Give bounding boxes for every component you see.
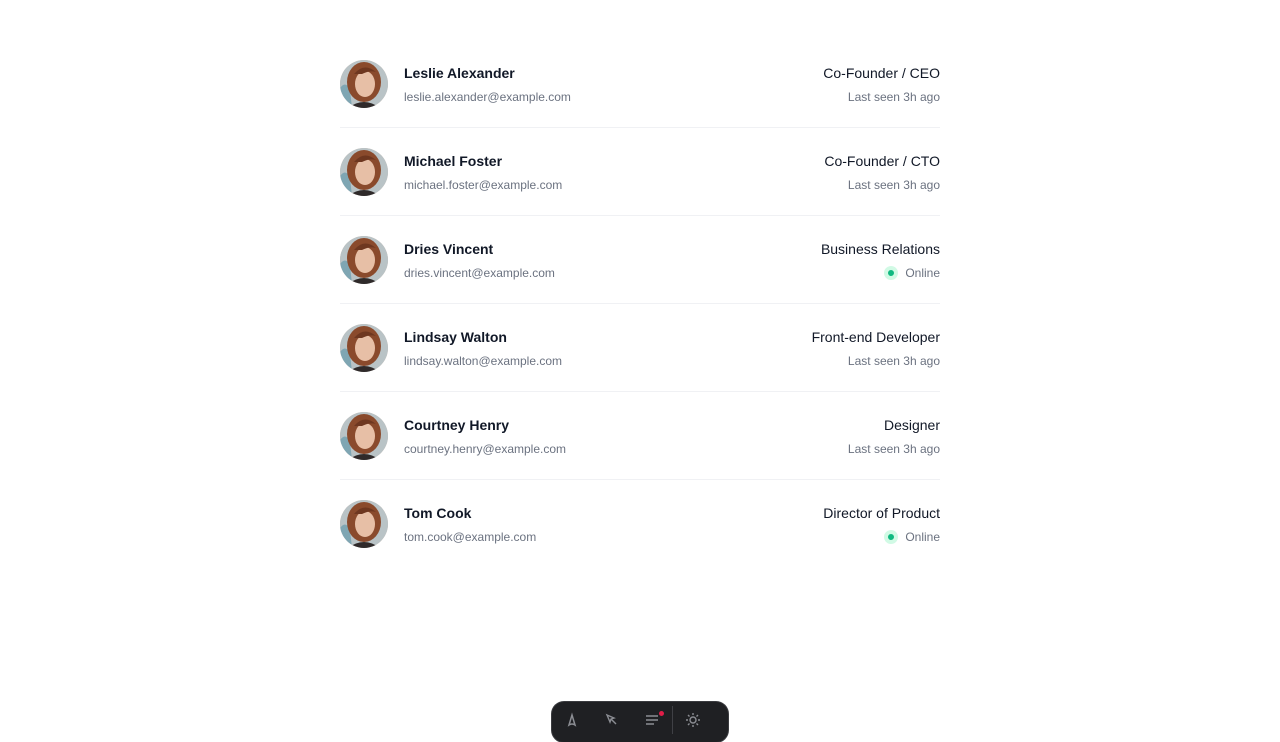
person-status: Last seen 3h ago — [823, 89, 940, 105]
status-text: Last seen 3h ago — [847, 441, 940, 456]
online-indicator-icon — [884, 530, 899, 544]
list-item[interactable]: Courtney Henry courtney.henry@example.co… — [340, 392, 940, 480]
person-email: courtney.henry@example.com — [404, 441, 567, 456]
person-status: Last seen 3h ago — [848, 441, 940, 457]
avatar — [340, 147, 388, 196]
settings-icon[interactable] — [673, 704, 713, 740]
person-status: Online — [823, 529, 940, 545]
person-info: Tom Cook tom.cook@example.com — [340, 500, 536, 548]
status-text: Online — [905, 530, 940, 544]
avatar — [340, 235, 388, 284]
person-email: tom.cook@example.com — [404, 530, 537, 544]
people-list: Leslie Alexander leslie.alexander@exampl… — [340, 40, 940, 568]
status-text: Last seen 3h ago — [847, 89, 940, 104]
inspect-icon[interactable] — [592, 704, 632, 740]
person-role: Co-Founder / CTO — [824, 152, 940, 169]
person-email: lindsay.walton@example.com — [404, 353, 563, 368]
notification-badge — [659, 711, 664, 716]
dev-toolbar — [552, 702, 728, 742]
list-item[interactable]: Michael Foster michael.foster@example.co… — [340, 128, 940, 216]
person-info: Dries Vincent dries.vincent@example.com — [340, 235, 555, 284]
person-role: Co-Founder / CEO — [823, 64, 940, 81]
person-status: Last seen 3h ago — [824, 177, 940, 193]
person-role: Front-end Developer — [811, 328, 940, 345]
avatar — [340, 411, 388, 460]
astro-logo-icon[interactable] — [552, 704, 592, 740]
person-email: michael.foster@example.com — [404, 177, 563, 192]
person-role: Designer — [883, 416, 940, 433]
list-item[interactable]: Lindsay Walton lindsay.walton@example.co… — [340, 304, 940, 392]
status-text: Last seen 3h ago — [847, 353, 940, 368]
avatar — [340, 500, 388, 548]
person-email: dries.vincent@example.com — [404, 265, 555, 280]
audit-icon[interactable] — [632, 704, 672, 740]
person-status: Online — [821, 265, 940, 281]
person-role: Business Relations — [820, 240, 940, 257]
person-name: Leslie Alexander — [404, 64, 515, 81]
person-name: Lindsay Walton — [404, 328, 507, 345]
person-name: Dries Vincent — [404, 240, 494, 257]
person-name: Tom Cook — [404, 505, 472, 521]
list-item[interactable]: Dries Vincent dries.vincent@example.com … — [340, 216, 940, 304]
person-info: Courtney Henry courtney.henry@example.co… — [340, 411, 567, 460]
person-name: Courtney Henry — [404, 416, 510, 433]
status-text: Last seen 3h ago — [847, 177, 940, 192]
status-text: Online — [905, 265, 940, 280]
avatar — [340, 59, 388, 108]
online-indicator-icon — [884, 265, 899, 280]
person-info: Lindsay Walton lindsay.walton@example.co… — [340, 323, 563, 372]
list-item[interactable]: Leslie Alexander leslie.alexander@exampl… — [340, 40, 940, 128]
list-item[interactable]: Tom Cook tom.cook@example.com Director o… — [340, 480, 940, 568]
person-info: Leslie Alexander leslie.alexander@exampl… — [340, 59, 571, 108]
person-name: Michael Foster — [404, 152, 503, 169]
avatar — [340, 323, 388, 372]
person-status: Last seen 3h ago — [812, 353, 940, 369]
person-email: leslie.alexander@example.com — [404, 89, 571, 104]
person-role: Director of Product — [823, 505, 940, 521]
person-info: Michael Foster michael.foster@example.co… — [340, 147, 563, 196]
